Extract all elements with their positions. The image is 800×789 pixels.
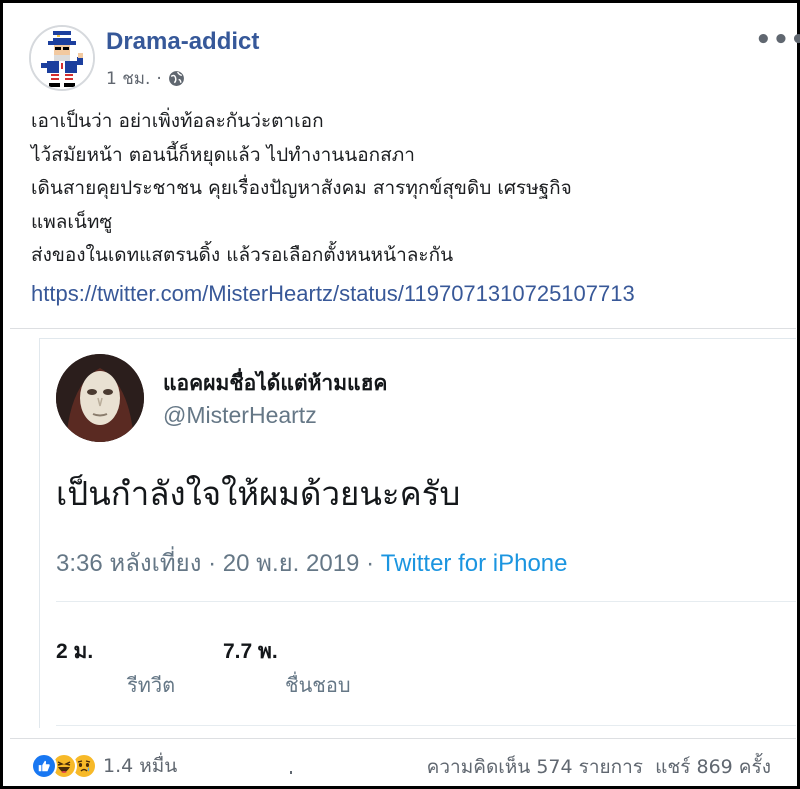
tweet-source: Twitter for iPhone [380,550,568,577]
divider [10,328,796,329]
tweet-timestamp-row: 3:36 หลังเที่ยง · 20 พ.ย. 2019 · Twitter… [56,543,567,582]
tweet-author-handle: @MisterHeartz [163,402,317,428]
tweet-divider [56,601,796,602]
stray-dot [290,771,292,774]
tweet-avatar [56,354,144,442]
tweet-timestamp: 3:36 หลังเที่ยง · 20 พ.ย. 2019 · [56,550,381,577]
uncle-sam-avatar-icon [31,27,93,89]
globe-icon [168,71,184,86]
post-text-line: เดินสายคุยประชาชน คุยเรื่องปัญหาสังคม สา… [31,177,572,199]
post-text-line: เอาเป็นว่า อย่าเพิ่งท้อละกันว่ะตาเอก [31,110,324,132]
page-name[interactable]: Drama-addict [106,28,259,56]
post-time[interactable]: 1 ชม. [106,65,150,92]
post-meta: 1 ชม. · [106,65,185,92]
post-text: เอาเป็นว่า อย่าเพิ่งท้อละกันว่ะตาเอก ไว้… [31,105,781,273]
reactions-summary[interactable]: 1.4 หมื่น [31,751,177,781]
reaction-count[interactable]: 1.4 หมื่น [103,751,177,781]
page-avatar[interactable] [29,25,95,91]
likes-count: 7.7 พ. [223,640,278,663]
facebook-post: Drama-addict 1 ชม. · ••• เอาเป็นว่า อย่า… [0,0,800,789]
comments-count[interactable]: ความคิดเห็น 574 รายการ [427,756,643,778]
post-text-line: ไว้สมัยหน้า ตอนนี้ก็หยุดแล้ว ไปทำงานนอกส… [31,143,415,166]
tweet-screenshot[interactable]: แอคผมชื่อได้แต่ห้ามแฮค @MisterHeartz เป็… [39,338,796,728]
like-icon [31,753,57,779]
likes-label: ชื่นชอบ [285,673,351,697]
mask-face-icon [56,354,144,442]
post-link[interactable]: https://twitter.com/MisterHeartz/status/… [31,281,635,307]
retweets-label: รีทวีต [127,673,176,697]
meta-dot: · [156,68,162,89]
post-text-line: ส่งของในเดทแสตรนดิ้ง แล้วรอเลือกตั้งหนหน… [31,244,454,266]
tweet-author-name: แอคผมชื่อได้แต่ห้ามแฮค [163,371,388,395]
engagement-stats: ความคิดเห็น 574 รายการ แชร์ 869 ครั้ง [427,752,771,782]
post-text-line: แพลเน็ทซู [31,210,113,233]
shares-count[interactable]: แชร์ 869 ครั้ง [655,756,771,778]
footer-divider [10,738,796,739]
more-options-icon[interactable]: ••• [755,25,800,55]
retweets-count: 2 ม. [56,640,94,663]
tweet-bottom-divider [56,725,796,726]
tweet-text: เป็นกำลังใจให้ผมด้วยนะครับ [56,474,461,513]
